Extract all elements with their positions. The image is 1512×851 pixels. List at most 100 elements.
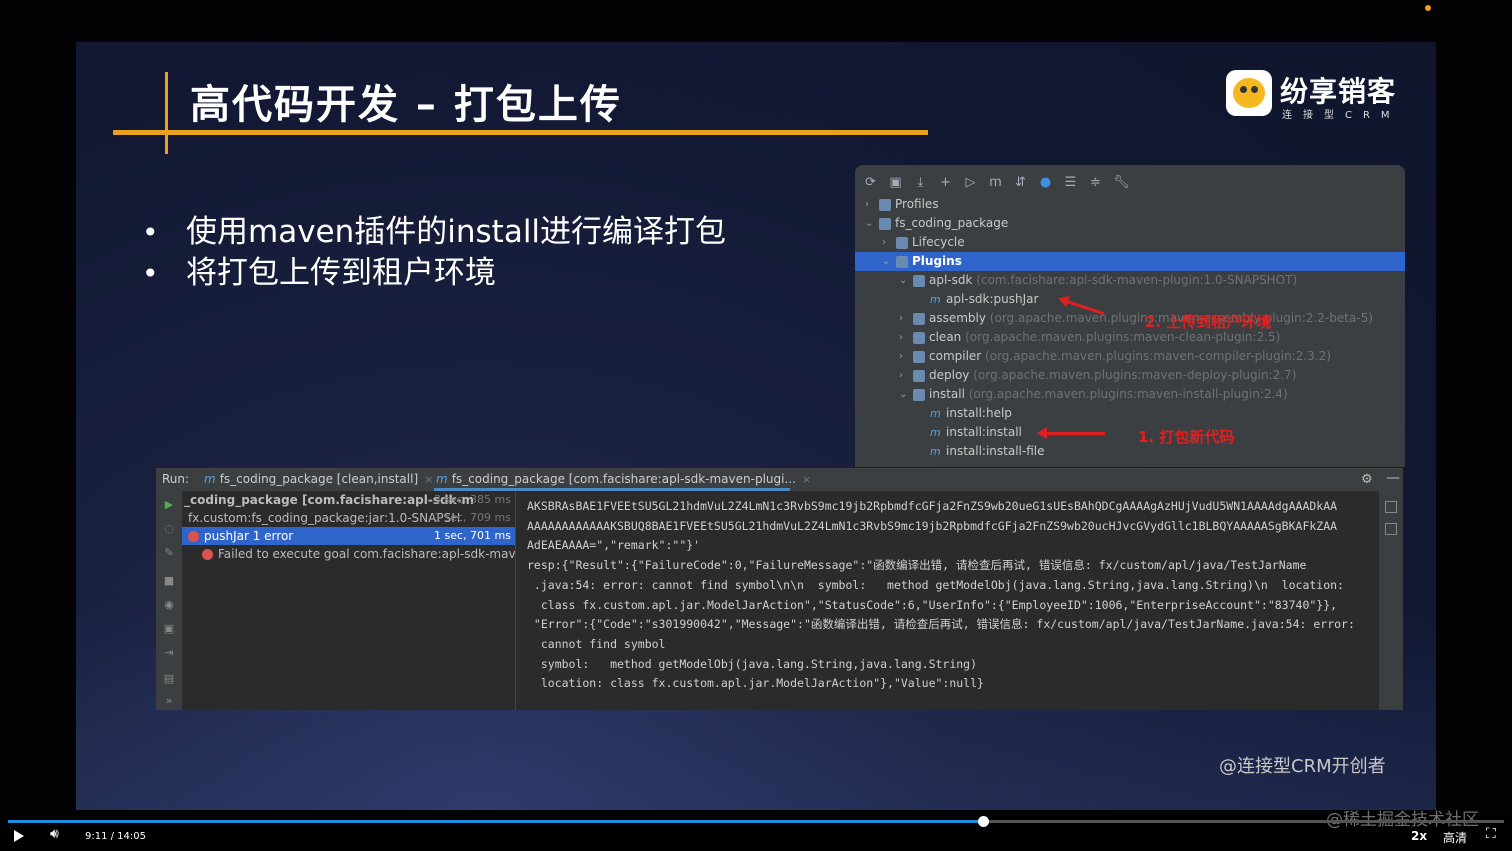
- folder-icon: [913, 370, 925, 382]
- wrench-icon[interactable]: 🔧︎: [1113, 175, 1130, 190]
- maven-tree-label: deploy (org.apache.maven.plugins:maven-d…: [929, 368, 1297, 382]
- maven-tree-item[interactable]: › assembly (org.apache.maven.plugins:mave…: [855, 309, 1405, 328]
- chevron-right-icon[interactable]: ›: [899, 309, 909, 328]
- maven-tree-item[interactable]: ⌄ Plugins: [855, 252, 1405, 271]
- progress-bar[interactable]: [8, 816, 1504, 827]
- console-line: location: class fx.custom.apl.jar.ModelJ…: [527, 676, 984, 691]
- console-line: resp:{"Result":{"FailureCode":0,"Failure…: [527, 558, 1307, 573]
- collapse-icon[interactable]: ☰: [1063, 175, 1078, 190]
- chevron-right-icon[interactable]: ›: [899, 366, 909, 385]
- maven-tree-item[interactable]: ⌄ apl-sdk (com.facishare:apl-sdk-maven-pl…: [855, 271, 1405, 290]
- chevron-down-icon[interactable]: ⌄: [899, 271, 909, 290]
- maven-tree-item[interactable]: m install:install: [855, 423, 1405, 442]
- maven-tree-label: install:install: [946, 425, 1022, 439]
- soft-wrap-icon[interactable]: [1385, 501, 1397, 513]
- maven-tree-item[interactable]: › Profiles: [855, 195, 1405, 214]
- maven-tree: › Profiles ⌄ fs_coding_package › Lifecycle ⌄ Pl…: [855, 195, 1405, 461]
- maven-tree-label: compiler (org.apache.maven.plugins:maven…: [929, 349, 1331, 363]
- status-dot: [1425, 5, 1431, 11]
- layout-icon[interactable]: ▤: [163, 673, 175, 685]
- camera-icon[interactable]: ▣: [163, 623, 175, 635]
- chevron-right-icon[interactable]: ›: [882, 233, 892, 252]
- maven-tree-item[interactable]: › Lifecycle: [855, 233, 1405, 252]
- volume-icon[interactable]: 🔊︎: [50, 826, 59, 842]
- maven-tree-label: apl-sdk (com.facishare:apl-sdk-maven-plu…: [929, 273, 1298, 287]
- maven-tree-item[interactable]: ⌄ install (org.apache.maven.plugins:maven…: [855, 385, 1405, 404]
- run-tab-apl-sdk[interactable]: m fs_coding_package [com.facishare:apl-sd…: [436, 472, 811, 486]
- offline-icon[interactable]: ●: [1038, 175, 1053, 190]
- rerun-icon[interactable]: ▶: [163, 499, 175, 511]
- chevron-right-icon[interactable]: ›: [899, 328, 909, 347]
- maven-tool-window: ⟳ ▣ ⤓ + ▷ m ⇵ ● ☰ ≑ 🔧︎ › Profiles ⌄ fs_coding_package…: [855, 165, 1405, 467]
- square-stop-icon[interactable]: ■: [163, 575, 175, 587]
- gear-icon[interactable]: ⚙: [1361, 472, 1373, 487]
- wrench-icon[interactable]: ✎: [163, 547, 175, 559]
- maven-toolbar: ⟳ ▣ ⤓ + ▷ m ⇵ ● ☰ ≑ 🔧︎: [855, 165, 1405, 199]
- logo-subtitle: 连接型CRM: [1282, 110, 1401, 121]
- console-line: class fx.custom.apl.jar.ModelJarAction",…: [527, 597, 1338, 612]
- toggle-icon[interactable]: ⇵: [1013, 175, 1028, 190]
- video-area[interactable]: 高代码开发 – 打包上传 纷享销客 连接型CRM • 使用maven插件的inst…: [0, 0, 1512, 830]
- run-tree-item[interactable]: _coding_package [com.facishare:apl-sdk-m…: [182, 491, 515, 509]
- error-icon: [188, 531, 199, 542]
- run-tree-item[interactable]: fx.custom:fs_coding_package:jar:1.0-SNAP…: [182, 509, 515, 527]
- minimize-icon[interactable]: —: [1386, 470, 1400, 486]
- maven-m-icon[interactable]: m: [988, 175, 1003, 190]
- progress-knob[interactable]: [978, 816, 990, 827]
- chevron-down-icon[interactable]: ⌄: [882, 252, 892, 271]
- time-display: 9:11 / 14:05: [85, 831, 147, 842]
- title-underline: [113, 130, 928, 135]
- maven-tree-item[interactable]: › compiler (org.apache.maven.plugins:mave…: [855, 347, 1405, 366]
- run-tab-clean-install[interactable]: m fs_coding_package [clean,install] ×: [204, 472, 433, 486]
- stop-icon[interactable]: ◌: [163, 523, 175, 535]
- maven-tree-item[interactable]: › deploy (org.apache.maven.plugins:maven-…: [855, 366, 1405, 385]
- bullet-list: • 使用maven插件的install进行编译打包 • 将打包上传到租户环境: [142, 212, 726, 294]
- chevron-down-icon[interactable]: ⌄: [865, 214, 875, 233]
- maven-tree-label: apl-sdk:pushJar: [946, 292, 1039, 306]
- folder-icon: [913, 275, 925, 287]
- maven-tree-item[interactable]: m apl-sdk:pushJar: [855, 290, 1405, 309]
- run-tab-bar: Run: m fs_coding_package [clean,install] ×…: [156, 469, 1403, 491]
- close-icon[interactable]: ×: [802, 473, 811, 486]
- slide-title: 高代码开发 – 打包上传: [190, 82, 622, 128]
- more-icon[interactable]: »: [163, 695, 175, 707]
- bullet-dot-icon: •: [142, 216, 159, 249]
- maven-tree-item[interactable]: m install:help: [855, 404, 1405, 423]
- run-duration: 3 sec, 385 ms: [434, 493, 511, 506]
- fullscreen-icon[interactable]: ⛶: [1486, 826, 1496, 842]
- folder-icon: [913, 332, 925, 344]
- eye-icon[interactable]: ◉: [163, 599, 175, 611]
- speed-button[interactable]: 2x: [1411, 829, 1427, 843]
- run-results-tree: _coding_package [com.facishare:apl-sdk-m…: [182, 491, 516, 710]
- play-button[interactable]: [14, 830, 24, 842]
- chevron-down-icon[interactable]: ⌄: [899, 385, 909, 404]
- folder-icon: [896, 256, 908, 268]
- add-folder-icon[interactable]: ▣: [888, 175, 903, 190]
- run-tree-item[interactable]: pushJar 1 error 1 sec, 701 ms: [182, 527, 515, 545]
- close-icon[interactable]: ×: [424, 473, 433, 486]
- maven-tree-item[interactable]: ⌄ fs_coding_package: [855, 214, 1405, 233]
- scroll-to-end-icon[interactable]: [1385, 523, 1397, 535]
- maven-tree-label: Profiles: [895, 197, 939, 211]
- annotation-upload: 2. 上传到租户环境: [1145, 313, 1272, 331]
- maven-tree-item[interactable]: m install:install-file: [855, 442, 1405, 461]
- maven-tree-label: install:help: [946, 406, 1012, 420]
- quality-button[interactable]: 高清: [1443, 829, 1467, 846]
- error-icon: [202, 549, 213, 560]
- chevron-right-icon[interactable]: ›: [899, 347, 909, 366]
- download-icon[interactable]: ⤓: [913, 175, 928, 190]
- plus-icon[interactable]: +: [938, 175, 953, 190]
- run-tree-item[interactable]: Failed to execute goal com.facishare:apl…: [182, 545, 515, 563]
- run-icon[interactable]: ▷: [963, 175, 978, 190]
- chevron-right-icon[interactable]: ›: [865, 195, 875, 214]
- export-icon[interactable]: ⇥: [163, 647, 175, 659]
- brand-logo: 纷享销客 连接型CRM: [1226, 70, 1416, 122]
- run-tool-window: Run: m fs_coding_package [clean,install] ×…: [156, 468, 1403, 710]
- refresh-icon[interactable]: ⟳: [863, 175, 878, 190]
- site-watermark: @稀土掘金技术社区: [1326, 805, 1479, 830]
- bullet-item: • 将打包上传到租户环境: [142, 253, 726, 294]
- maven-goal-icon: m: [930, 445, 941, 458]
- expand-icon[interactable]: ≑: [1088, 175, 1103, 190]
- maven-tree-item[interactable]: › clean (org.apache.maven.plugins:maven-c…: [855, 328, 1405, 347]
- console-output[interactable]: AKSBRAsBAE1FVEEtSU5GL21hdmVuL2Z4LmN1c3Rv…: [517, 491, 1379, 710]
